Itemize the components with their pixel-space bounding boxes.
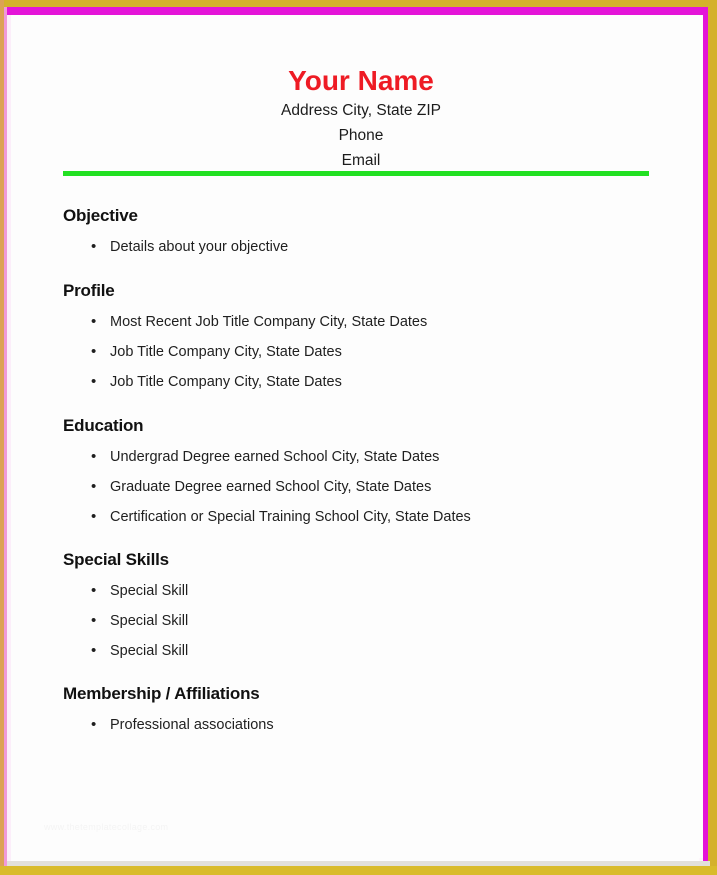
contact-phone-line: Phone: [338, 127, 384, 144]
section-title-profile: Profile: [63, 281, 115, 300]
bullet-list-membership: Professional associations: [63, 710, 683, 740]
list-item: Special Skill: [63, 606, 683, 636]
bullet-list-objective: Details about your objective: [63, 232, 683, 262]
frame-border-magenta-top: [4, 7, 710, 15]
list-item: Graduate Degree earned School City, Stat…: [63, 472, 683, 502]
frame-border-gold-right: [708, 0, 717, 875]
list-item: Special Skill: [63, 636, 683, 666]
list-item: Undergrad Degree earned School City, Sta…: [63, 442, 683, 472]
resume-header: Your Name Address City, State ZIP Phone …: [11, 16, 703, 173]
section-title-special-skills: Special Skills: [63, 550, 169, 569]
contact-email-line: Email: [341, 152, 381, 169]
page-title: Your Name: [288, 65, 434, 96]
section-education: Education Undergrad Degree earned School…: [63, 416, 683, 532]
bullet-list-special-skills: Special Skill Special Skill Special Skil…: [63, 576, 683, 666]
list-item: Professional associations: [63, 710, 683, 740]
section-special-skills: Special Skills Special Skill Special Ski…: [63, 550, 683, 666]
section-profile: Profile Most Recent Job Title Company Ci…: [63, 281, 683, 397]
section-membership: Membership / Affiliations Professional a…: [63, 684, 683, 740]
list-item: Special Skill: [63, 576, 683, 606]
list-item: Most Recent Job Title Company City, Stat…: [63, 307, 683, 337]
list-item: Job Title Company City, State Dates: [63, 367, 683, 397]
watermark-text: www.thetemplatecollage.com: [44, 822, 169, 832]
header-divider-rule: [63, 171, 649, 176]
resume-page: Your Name Address City, State ZIP Phone …: [0, 0, 717, 875]
frame-border-gold-bottom: [0, 866, 717, 875]
section-title-education: Education: [63, 416, 144, 435]
bullet-list-education: Undergrad Degree earned School City, Sta…: [63, 442, 683, 532]
contact-address-line: Address City, State ZIP: [281, 102, 441, 119]
frame-border-magenta-right: [703, 7, 708, 869]
section-title-membership: Membership / Affiliations: [63, 684, 260, 703]
list-item: Details about your objective: [63, 232, 683, 262]
list-item: Job Title Company City, State Dates: [63, 337, 683, 367]
frame-border-gold-top: [0, 0, 717, 7]
resume-sheet: Your Name Address City, State ZIP Phone …: [11, 16, 703, 858]
section-objective: Objective Details about your objective: [63, 206, 683, 262]
list-item: Certification or Special Training School…: [63, 502, 683, 532]
section-title-objective: Objective: [63, 206, 138, 225]
bullet-list-profile: Most Recent Job Title Company City, Stat…: [63, 307, 683, 397]
resume-body: Objective Details about your objective P…: [63, 206, 683, 744]
